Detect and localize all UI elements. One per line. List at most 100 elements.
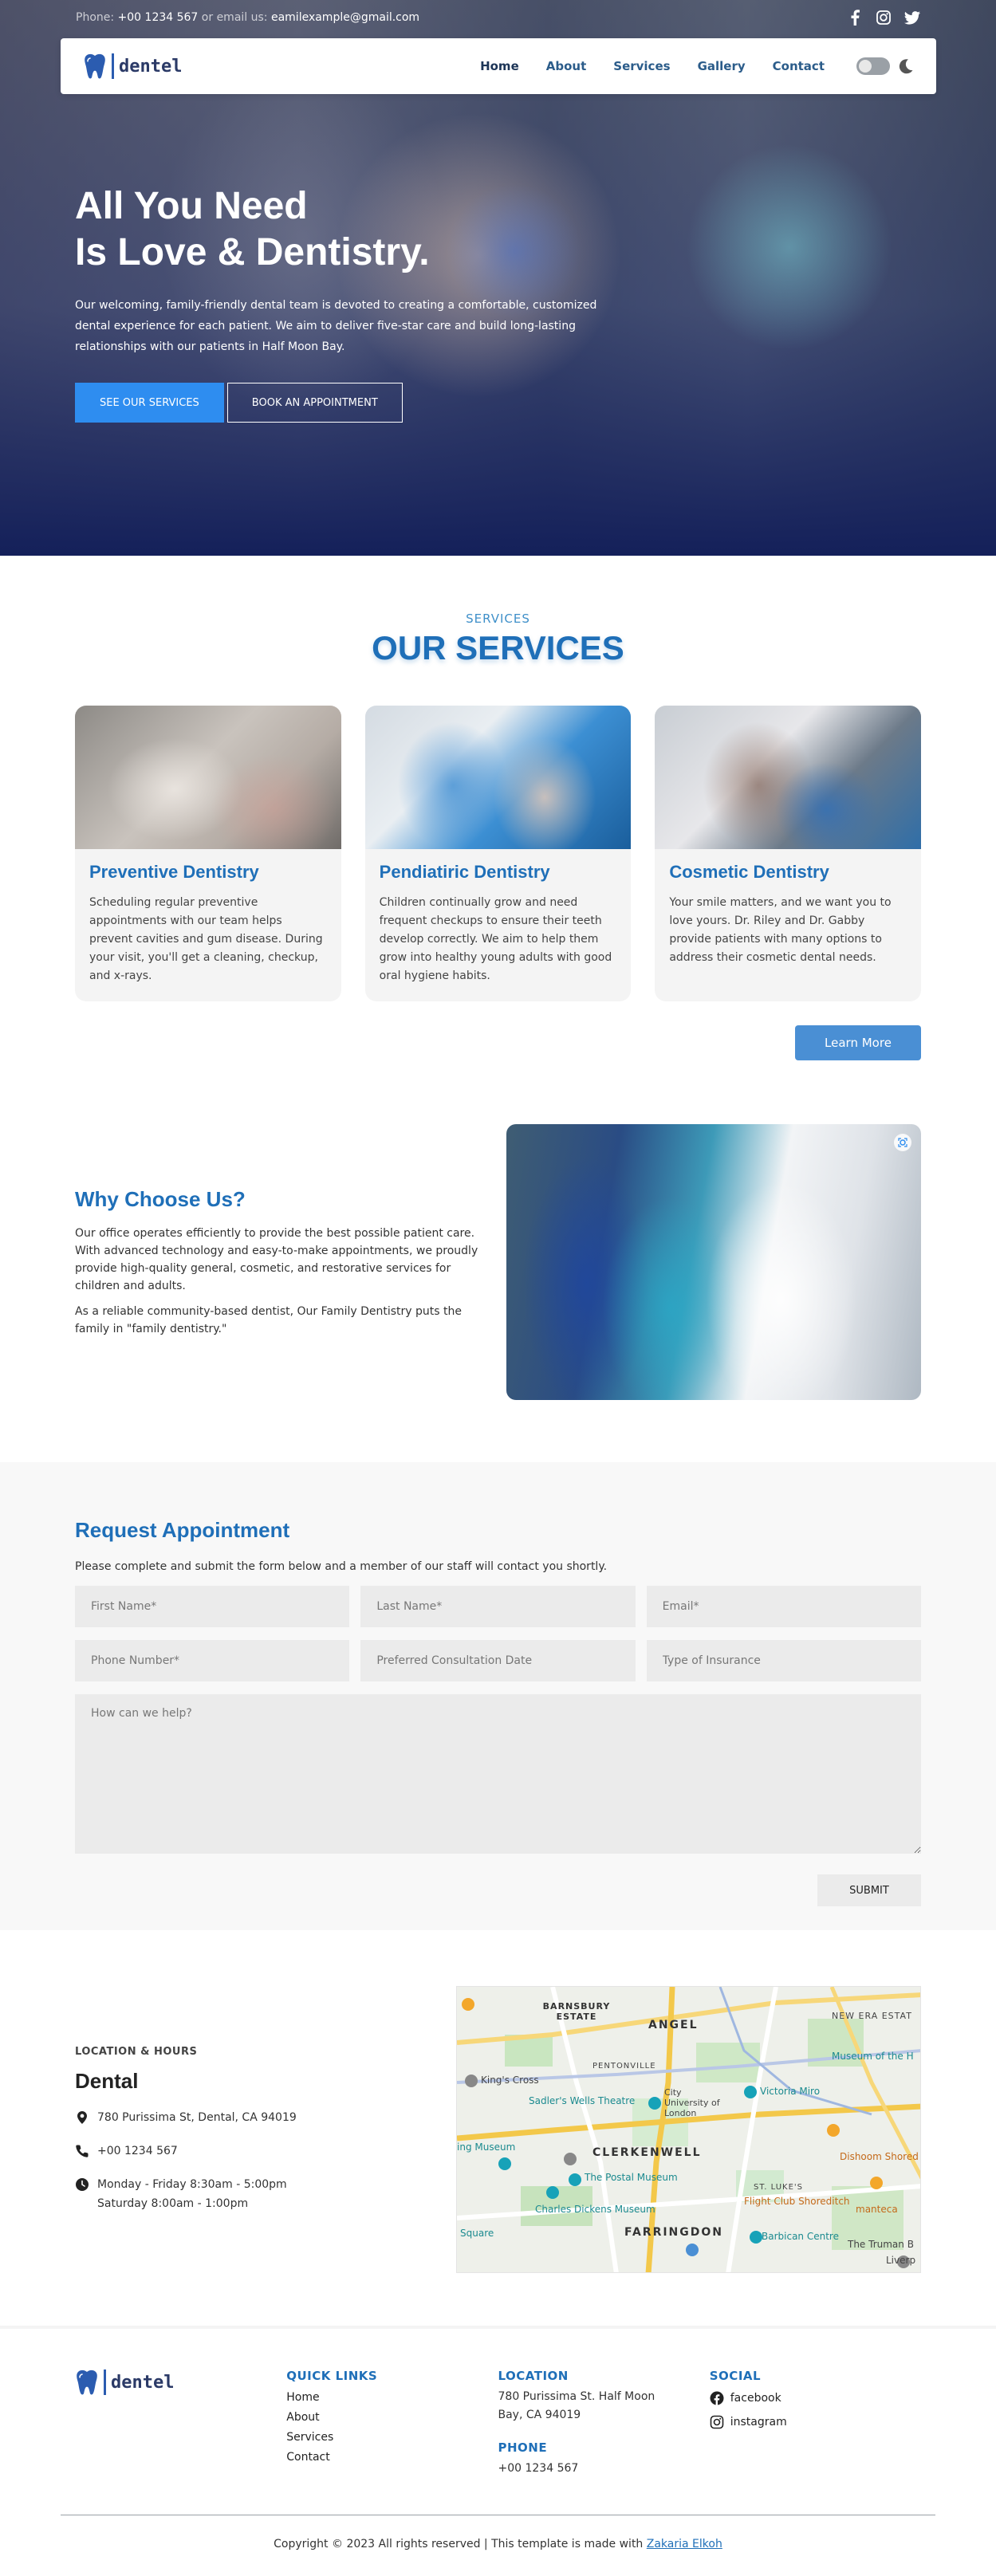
footer-columns: dentel QUICK LINKS Home About Services C…	[61, 2369, 935, 2478]
moon-icon[interactable]	[898, 58, 914, 74]
footer-quick-links: QUICK LINKS Home About Services Contact	[286, 2369, 498, 2478]
services-eyebrow: SERVICES	[466, 612, 530, 626]
hero-title-line-1: All You Need	[75, 185, 308, 227]
hero-background-shape	[686, 144, 893, 351]
copyright-text: Copyright © 2023 All rights reserved | T…	[274, 2538, 647, 2550]
footer-social: SOCIAL facebook instagram	[710, 2369, 921, 2478]
map-label: CLERKENWELL	[592, 2146, 702, 2159]
logo-text: dentel	[111, 2372, 175, 2393]
learn-more-row: Learn More	[75, 1025, 921, 1060]
preventive-dentistry-image	[75, 706, 341, 849]
logo-text: dentel	[119, 56, 183, 77]
copyright: Copyright © 2023 All rights reserved | T…	[61, 2515, 935, 2576]
theme-switcher	[856, 57, 914, 75]
phone-row: +00 1234 567	[75, 2141, 442, 2161]
footer-instagram-link[interactable]: instagram	[710, 2410, 921, 2434]
why-paragraph: As a reliable community-based dentist, O…	[75, 1304, 462, 1335]
site-logo[interactable]: dentel	[83, 53, 182, 80]
main-navbar: dentel Home About Services Gallery Conta…	[61, 38, 936, 94]
instagram-icon[interactable]	[876, 10, 892, 26]
service-card-title: Cosmetic Dentistry	[669, 862, 829, 882]
hero-buttons: SEE OUR SERVICES BOOK AN APPOINTMENT	[75, 383, 617, 423]
hours-weekday: Monday - Friday 8:30am - 5:00pm	[97, 2178, 287, 2191]
hero-content: All You Need Is Love & Dentistry. Our we…	[75, 183, 617, 423]
pediatric-dentistry-image	[364, 706, 632, 849]
email-address[interactable]: eamilexample@gmail.com	[271, 11, 419, 24]
service-card-cosmetic[interactable]: Cosmetic Dentistry Your smile matters, a…	[655, 706, 922, 1001]
map-label: Sadler's Wells Theatre	[529, 2095, 636, 2106]
phone-text: +00 1234 567	[97, 2145, 178, 2157]
contact-info: Phone: +00 1234 567 or email us: eamilex…	[76, 11, 419, 24]
map-label: PENTONVILLE	[592, 2062, 656, 2071]
hours-text: Monday - Friday 8:30am - 5:00pm Saturday…	[97, 2175, 287, 2213]
last-name-field[interactable]	[360, 1586, 636, 1627]
first-name-field[interactable]	[75, 1586, 350, 1627]
nav-link-contact[interactable]: Contact	[773, 59, 825, 73]
service-card-text: Scheduling regular preventive appointmen…	[89, 896, 323, 982]
form-row	[75, 1586, 921, 1627]
footer-facebook-link[interactable]: facebook	[710, 2386, 921, 2410]
footer-location-title: LOCATION	[498, 2369, 569, 2383]
logo-divider	[104, 2370, 106, 2395]
book-appointment-button[interactable]: BOOK AN APPOINTMENT	[226, 383, 403, 423]
why-paragraph: Our office operates efficiently to provi…	[75, 1226, 478, 1292]
instagram-label: instagram	[730, 2416, 787, 2429]
appointment-form: SUBMIT	[75, 1586, 921, 1906]
appointment-section: Request Appointment Please complete and …	[0, 1462, 996, 1930]
map-label: Square	[460, 2228, 494, 2239]
email-field[interactable]	[646, 1586, 921, 1627]
map-label: ANGEL	[648, 2019, 699, 2031]
map-label: Barbican Centre	[762, 2231, 839, 2242]
phone-number[interactable]: +00 1234 567	[118, 11, 199, 24]
nav-links: Home About Services Gallery Contact	[480, 59, 825, 73]
instagram-icon	[710, 2415, 724, 2429]
author-link[interactable]: Zakaria Elkoh	[647, 2538, 722, 2550]
nav-link-services[interactable]: Services	[613, 59, 670, 73]
facebook-icon[interactable]	[847, 10, 863, 26]
service-card-preventive[interactable]: Preventive Dentistry Scheduling regular …	[75, 706, 341, 1001]
footer-phone: +00 1234 567	[498, 2462, 579, 2475]
message-textarea[interactable]	[75, 1694, 921, 1854]
map-label: Flight Club Shoreditch	[744, 2196, 850, 2207]
consultation-date-field[interactable]	[360, 1640, 636, 1681]
appointment-intro: Please complete and submit the form belo…	[75, 1560, 608, 1573]
appointment-title: Request Appointment	[75, 1518, 290, 1542]
map-label: City University of London	[664, 2087, 720, 2118]
map-label: ST. LUKE'S	[754, 2183, 803, 2192]
twitter-icon[interactable]	[904, 10, 920, 26]
footer-link-contact[interactable]: Contact	[286, 2451, 329, 2464]
map-label: BARNSBURY ESTATE	[542, 2001, 611, 2022]
map-label: Charles Dickens Museum	[535, 2204, 655, 2215]
service-card-pediatric[interactable]: Pendiatiric Dentistry Children continual…	[364, 706, 632, 1001]
services-section: SERVICES OUR SERVICES Preventive Dentist…	[0, 556, 996, 1092]
address-row: 780 Purissima St, Dental, CA 94019	[75, 2108, 442, 2127]
tooth-logo-icon	[85, 53, 105, 79]
footer-link-about[interactable]: About	[286, 2411, 319, 2424]
services-title: OUR SERVICES	[372, 629, 624, 667]
why-text: Why Choose Us? Our office operates effic…	[75, 1187, 490, 1338]
location-map[interactable]: BARNSBURY ESTATE ANGEL NEW ERA ESTAT Kin…	[456, 1986, 921, 2273]
nav-link-gallery[interactable]: Gallery	[698, 59, 746, 73]
footer-logo[interactable]: dentel	[75, 2369, 286, 2396]
service-card-title: Pendiatiric Dentistry	[379, 862, 550, 882]
hero-section: Phone: +00 1234 567 or email us: eamilex…	[0, 0, 996, 556]
submit-button[interactable]: SUBMIT	[817, 1874, 921, 1906]
nav-link-home[interactable]: Home	[480, 59, 519, 73]
hero-description: Our welcoming, family-friendly dental te…	[75, 299, 597, 353]
why-title: Why Choose Us?	[75, 1186, 246, 1211]
dark-mode-toggle[interactable]	[856, 57, 890, 75]
location-title: Dental	[75, 2069, 139, 2093]
footer-link-services[interactable]: Services	[286, 2431, 333, 2444]
nav-link-about[interactable]: About	[546, 59, 587, 73]
location-info: LOCATION & HOURS Dental 780 Purissima St…	[75, 2046, 442, 2213]
see-services-button[interactable]: SEE OUR SERVICES	[75, 383, 224, 423]
phone-label: Phone:	[76, 11, 115, 24]
footer-phone-title: PHONE	[498, 2440, 548, 2455]
submit-row: SUBMIT	[75, 1874, 921, 1906]
cosmetic-dentistry-image	[655, 706, 922, 849]
expand-image-icon[interactable]	[894, 1134, 911, 1151]
insurance-type-field[interactable]	[646, 1640, 921, 1681]
learn-more-button[interactable]: Learn More	[795, 1025, 921, 1060]
phone-number-field[interactable]	[75, 1640, 350, 1681]
footer-link-home[interactable]: Home	[286, 2391, 319, 2404]
